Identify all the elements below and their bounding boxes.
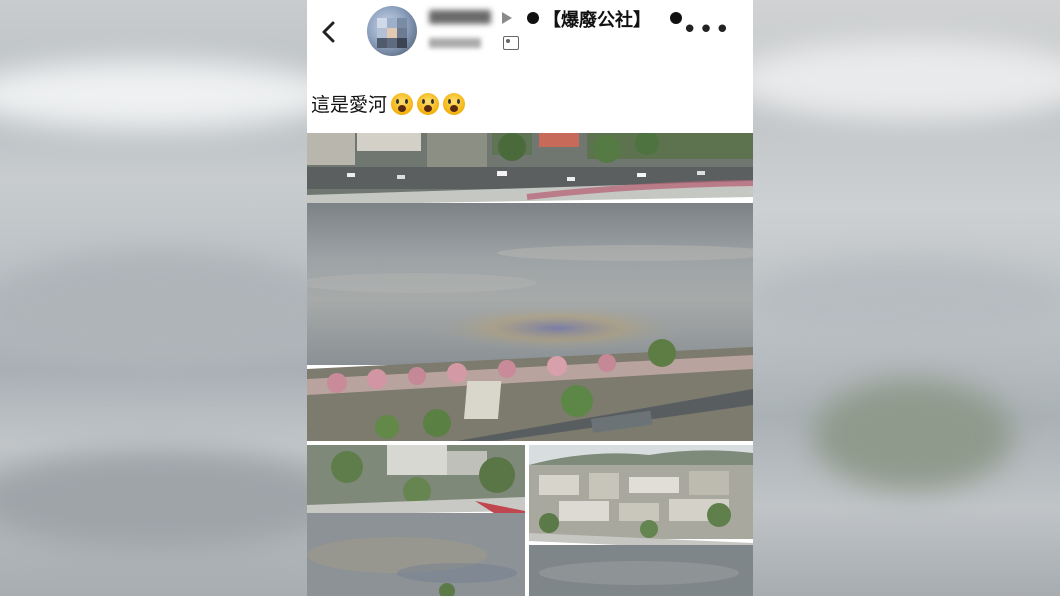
caption-text: 這是愛河 — [311, 94, 388, 116]
more-options-icon[interactable]: ••• — [682, 17, 731, 43]
post-caption: 這是愛河 — [311, 90, 466, 117]
friends-icon — [503, 36, 519, 50]
post-photo-2[interactable] — [307, 445, 525, 596]
scream-emoji-icon — [417, 93, 440, 115]
right-blurred-backdrop — [753, 0, 1060, 596]
group-name-link[interactable]: 【爆廢公社】 — [543, 6, 651, 32]
chevron-left-icon[interactable] — [317, 18, 341, 46]
author-name-redacted[interactable] — [429, 10, 491, 24]
left-blurred-backdrop — [0, 0, 307, 596]
post-header: 【爆廢公社】 ••• — [307, 0, 753, 66]
bullet-icon — [670, 12, 682, 24]
post-panel: 【爆廢公社】 ••• 這是愛河 — [307, 0, 753, 596]
bullet-icon — [527, 12, 539, 24]
post-photo-3[interactable] — [529, 445, 753, 596]
scream-emoji-icon — [391, 93, 414, 115]
post-photo-main[interactable] — [307, 133, 753, 441]
scream-emoji-icon — [443, 93, 466, 115]
arrow-right-icon — [502, 12, 512, 24]
avatar[interactable] — [367, 6, 417, 56]
post-time-redacted — [429, 38, 481, 48]
